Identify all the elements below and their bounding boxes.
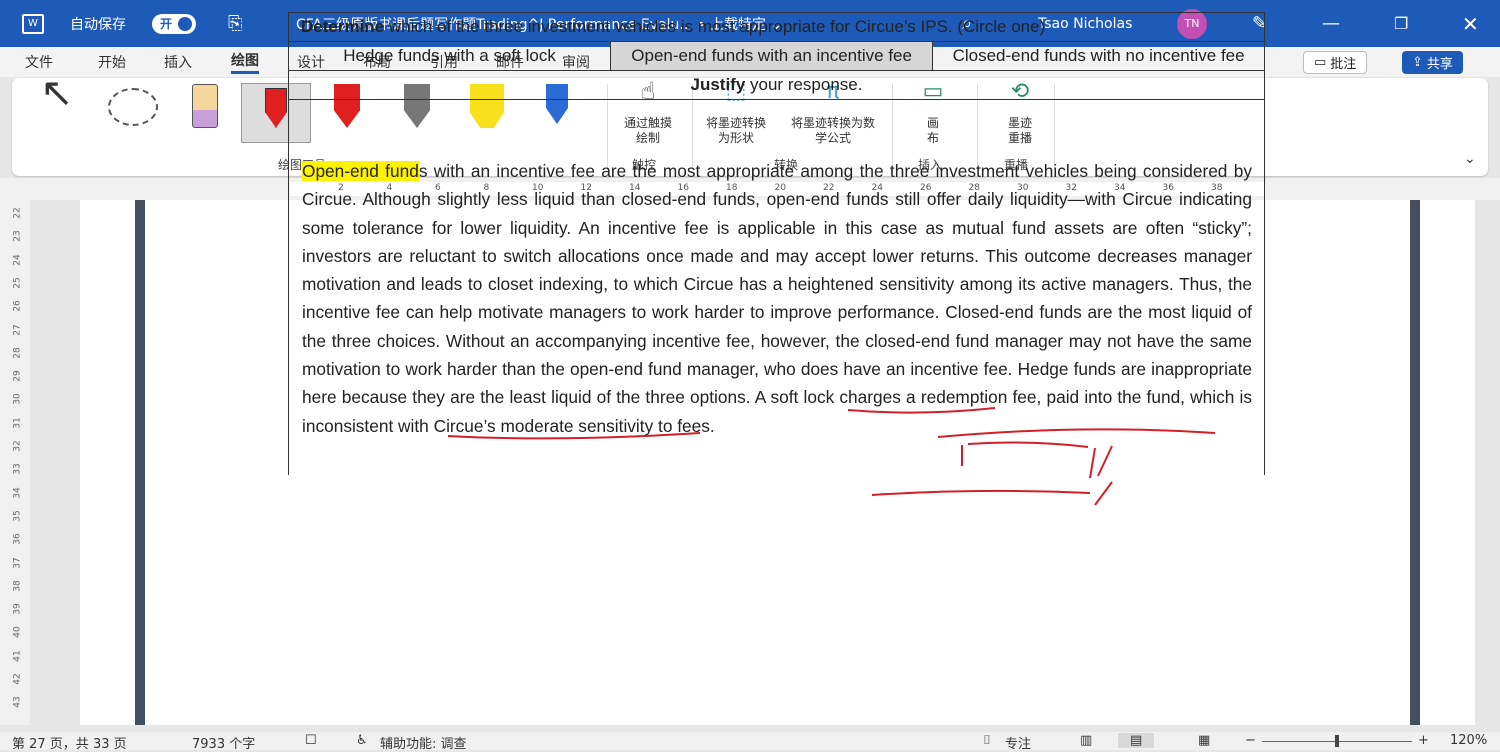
ink-underline [847, 407, 996, 414]
read-mode-icon[interactable]: ▥ [1080, 733, 1092, 748]
web-layout-icon[interactable]: ▦ [1198, 733, 1210, 748]
ink-slash [1089, 445, 1113, 506]
ink-underline [871, 489, 1091, 496]
accessibility-icon: ♿ [356, 733, 368, 748]
focus-button[interactable]: 专注 [1005, 733, 1031, 752]
ink-underline [447, 432, 701, 440]
page-count[interactable]: 第 27 页，共 33 页 [12, 733, 127, 752]
proofing-icon[interactable]: ☐ [305, 733, 317, 748]
zoom-out-button[interactable]: − [1245, 733, 1256, 748]
zoom-slider[interactable] [1262, 735, 1412, 747]
status-bar: 第 27 页，共 33 页 7933 个字 ☐ ♿ 辅助功能: 调查 ⌷ 专注 … [0, 732, 1500, 752]
zoom-in-button[interactable]: + [1418, 733, 1429, 748]
ink-mark [961, 441, 1089, 466]
word-count[interactable]: 7933 个字 [192, 733, 255, 752]
print-layout-icon[interactable]: ▤ [1118, 733, 1155, 748]
ink-underline [937, 428, 1216, 438]
focus-icon: ⌷ [983, 733, 991, 748]
ink-annotations [447, 407, 1216, 506]
zoom-level[interactable]: 120% [1450, 733, 1487, 748]
accessibility-status[interactable]: 辅助功能: 调查 [380, 733, 467, 752]
